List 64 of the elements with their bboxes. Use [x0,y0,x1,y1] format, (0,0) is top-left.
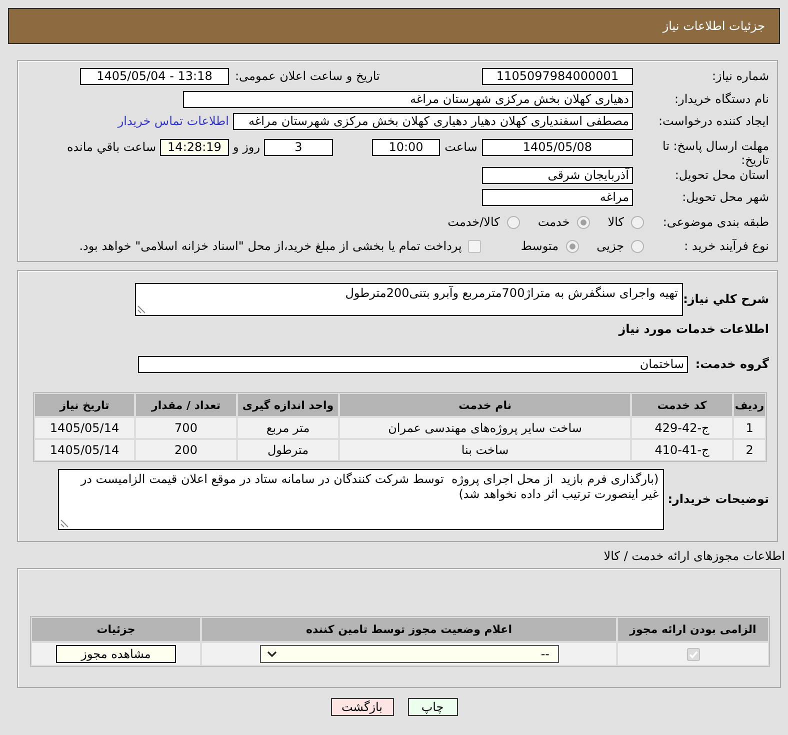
column-header: الزامی بودن ارائه مجوز [618,618,768,641]
radio-label: خدمت [538,214,570,231]
contact-info-link[interactable]: اطلاعات تماس خریدار [118,113,229,130]
table-cell: 1405/05/14 [35,418,134,438]
need-number-field[interactable]: 1105097984000001 [482,68,633,85]
page-title: جزئیات اطلاعات نیاز [662,18,765,34]
column-header: واحد اندازه گیری [238,394,338,416]
radio-label: کالا [608,214,624,231]
field-label: نام دستگاه خریدار: [674,91,769,108]
column-header: تاریخ نیاز [35,394,134,416]
description-textarea[interactable]: تهیه واجرای سنگفرش به متراژ700مترمربع وآبرو بتنی200مترطول [135,283,683,316]
column-header: تعداد / مقدار [136,394,236,416]
days-remaining-field[interactable]: 3 [264,139,333,156]
table-cell: ساخت بنا [340,440,630,460]
requester-field[interactable]: مصطفی اسفندیاری کهلان دهیار دهیاری کهلان بخش مرکزی شهرستان مراغه [233,113,633,130]
table-cell: ج-41-410 [632,440,732,460]
section-title: اطلاعات مجوزهای ارائه خدمت / کالا [604,548,785,565]
column-header: نام خدمت [340,394,630,416]
table-cell: 1405/05/14 [35,440,134,460]
table-cell: مترطول [238,440,338,460]
column-header: ردیف [734,394,765,416]
checkbox-label: پرداخت تمام یا بخشی از مبلغ خرید،از محل "اسناد خزانه اسلامی" خواهد بود. [79,238,462,255]
column-header: اعلام وضعیت مجوز توسط تامین کننده [202,618,616,641]
announce-date-field[interactable]: 1405/05/04 - 13:18 [80,68,229,85]
field-label: مهلت ارسال پاسخ: تا تاریخ: [661,139,769,167]
radio-label: کالا/خدمت [448,214,500,231]
resize-grip-icon[interactable] [137,305,146,314]
city-field[interactable]: مراغه [482,189,633,206]
field-label: شماره نیاز: [711,68,769,85]
field-label: شرح کلي نیاز: [687,291,769,308]
buyer-notes-textarea[interactable]: (بارگذاری فرم بازید از محل اجرای پروژه توسط شرکت کنندگان در سامانه ستاد در موقع اعلان قیمت الزامیست در غیر اینصورت ترتیب اثر داده نخواهد شد) [58,469,664,530]
buyer-org-field[interactable]: دهیاری کهلان بخش مرکزی شهرستان مراغه [183,91,633,108]
time-remaining-field[interactable]: 14:28:19 [160,139,229,156]
field-label: تاریخ و ساعت اعلان عمومی: [235,68,380,85]
column-header: کد خدمت [632,394,732,416]
chevron-down-icon [266,651,276,657]
radio-label: جزیی [596,238,624,255]
back-button[interactable]: بازگشت [330,698,394,716]
province-field[interactable]: آذربایجان شرقی [482,167,633,184]
section-title: اطلاعات خدمات مورد نیاز [618,321,769,338]
table-cell: 700 [136,418,236,438]
table-cell: ج-42-429 [632,418,732,438]
field-label: ساعت [444,139,478,156]
field-label: روز و [232,139,261,156]
field-label: ساعت باقي مانده [66,139,156,156]
field-label: نوع فرآیند خرید : [683,238,769,255]
service-group-field[interactable]: ساختمان [138,356,688,373]
field-label: شهر محل تحویل: [681,189,769,206]
table-cell: 2 [734,440,765,460]
table-cell: 200 [136,440,236,460]
field-label: استان محل تحویل: [674,167,769,184]
field-label: ایجاد کننده درخواست: [657,113,769,130]
deadline-time-field[interactable]: 10:00 [372,139,440,156]
print-button[interactable]: چاپ [408,698,458,716]
table-cell: ساخت سایر پروژه‌های مهندسی عمران [340,418,630,438]
table-cell: 1 [734,418,765,438]
deadline-date-field[interactable]: 1405/05/08 [482,139,633,156]
table-cell: متر مربع [238,418,338,438]
radio-label: متوسط [520,238,559,255]
field-label: گروه خدمت: [694,356,769,373]
resize-grip-icon[interactable] [60,519,69,528]
field-label: توضیحات خریدار: [668,491,769,508]
column-header: جزئیات [32,618,200,641]
field-label: طبقه بندی موضوعی: [662,214,769,231]
